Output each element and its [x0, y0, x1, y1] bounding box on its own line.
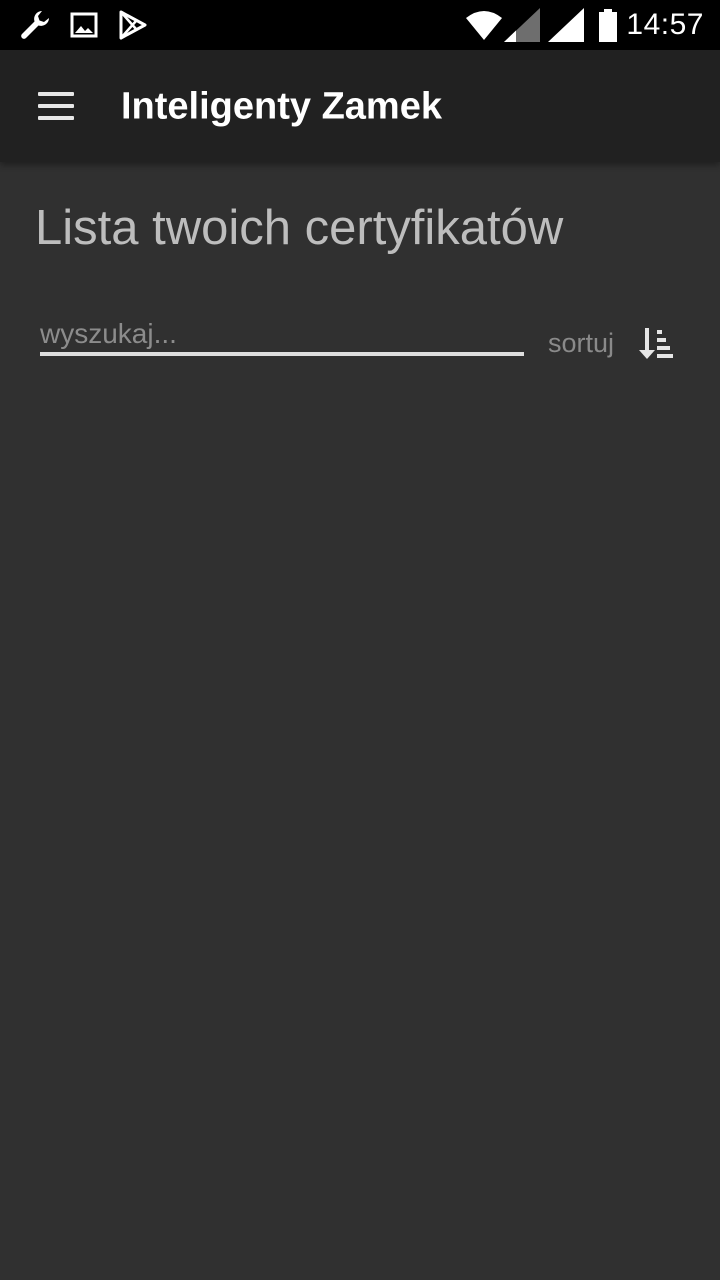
image-icon — [67, 8, 101, 42]
app-bar: Inteligenty Zamek — [0, 50, 720, 162]
wifi-icon — [464, 8, 504, 42]
status-time: 14:57 — [626, 8, 704, 41]
sort-button[interactable] — [636, 324, 676, 364]
status-bar: 14:57 — [0, 0, 720, 50]
app-title: Inteligenty Zamek — [121, 85, 442, 128]
menu-button[interactable] — [24, 76, 88, 136]
search-field[interactable] — [40, 316, 524, 362]
search-input[interactable] — [40, 316, 524, 356]
sort-label[interactable]: sortuj — [548, 326, 614, 360]
play-store-icon — [116, 8, 150, 42]
sort-descending-icon — [639, 328, 673, 359]
signal-icon — [502, 8, 542, 42]
battery-icon — [594, 8, 622, 42]
signal-icon — [546, 8, 586, 42]
page-title: Lista twoich certyfikatów — [35, 201, 564, 255]
hamburger-menu-icon — [38, 92, 74, 96]
wrench-icon — [18, 8, 52, 42]
